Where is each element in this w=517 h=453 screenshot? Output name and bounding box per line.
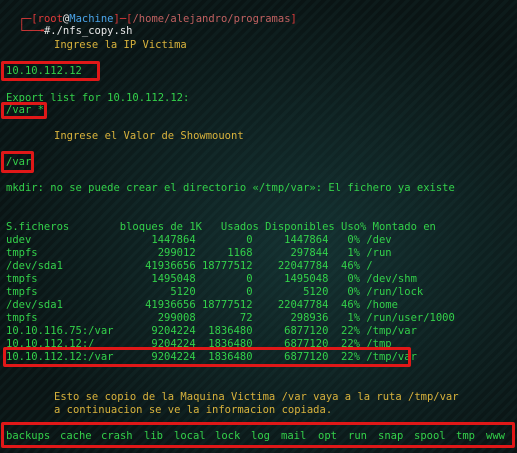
- prompt-corner-bottom: └──╼: [18, 25, 44, 37]
- dir-item: crash: [101, 430, 133, 442]
- prompt-path: /home/alejandro/programas: [132, 13, 291, 25]
- command-line: └──╼#./nfs_copy.sh: [6, 13, 133, 37]
- prompt-close: ]: [290, 13, 297, 25]
- dir-item: snap: [378, 430, 404, 442]
- df-row: tmpfs 299008 72 298936 1% /run/user/1000: [6, 312, 455, 324]
- dir-item: www: [486, 430, 505, 442]
- df-header: S.ficheros bloques de 1K Usados Disponib…: [6, 221, 436, 233]
- dir-item: lock: [215, 430, 241, 442]
- terminal-window[interactable]: { "prompt": { "corner_top": "┌─[", "user…: [0, 0, 517, 453]
- dir-item: run: [348, 430, 367, 442]
- export-highlight-box: [1, 102, 47, 119]
- df-row: 10.10.116.75:/var 9204224 1836480 687712…: [6, 325, 417, 337]
- mkdir-error-text: mkdir: no se puede crear el directorio «…: [6, 182, 455, 194]
- df-row: /dev/sda1 41936656 18777512 22047784 46%…: [6, 260, 373, 272]
- df-row: udev 1447864 0 1447864 0% /dev: [6, 234, 392, 246]
- df-row: tmpfs 299012 1168 297844 1% /run: [6, 247, 392, 259]
- df-highlight-box: [3, 347, 411, 367]
- mount-highlight-box: [1, 151, 34, 173]
- ip-highlight-box: [1, 61, 100, 81]
- info-line-1: Esto se copio de la Maquina Victima /var…: [54, 391, 459, 403]
- ask-mount-text: Ingrese el Valor de Showmouont: [54, 130, 244, 142]
- dir-item: backups: [6, 430, 51, 442]
- dir-item: log: [251, 430, 270, 442]
- df-row: tmpfs 5120 0 5120 0% /run/lock: [6, 286, 424, 298]
- dir-item: lib: [144, 430, 163, 442]
- dir-item: cache: [60, 430, 92, 442]
- df-row: tmpfs 1495048 0 1495048 0% /dev/shm: [6, 273, 417, 285]
- dir-item: local: [174, 430, 206, 442]
- dir-item: opt: [318, 430, 337, 442]
- df-row: /dev/sda1 41936656 18777512 22047784 46%…: [6, 299, 398, 311]
- command-text: ./nfs_copy.sh: [50, 25, 133, 37]
- info-line-2: a continuacion se ve la informacion copi…: [54, 404, 333, 416]
- dir-item: tmp: [456, 430, 475, 442]
- dir-item: spool: [414, 430, 446, 442]
- ask-ip-text: Ingrese la IP Victima: [54, 39, 187, 51]
- dir-item: mail: [281, 430, 307, 442]
